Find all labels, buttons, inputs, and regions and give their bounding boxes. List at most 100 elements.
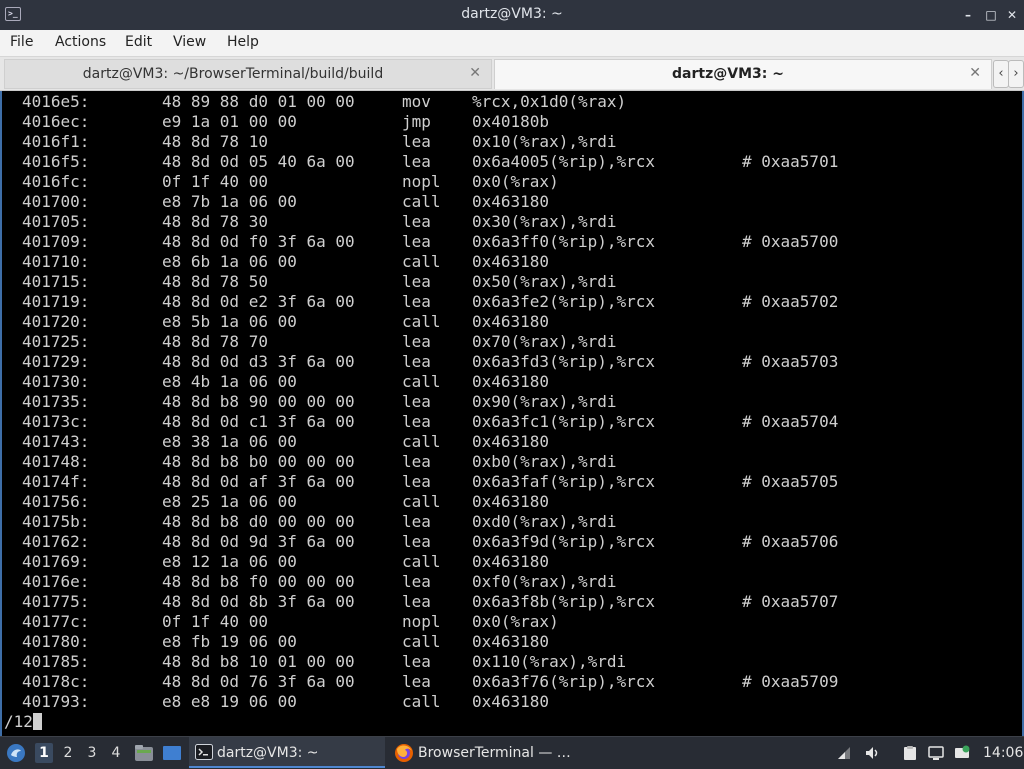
terminal-args: 0x0(%rax): [472, 612, 559, 631]
file-manager-icon[interactable]: [134, 744, 154, 762]
maximize-button[interactable]: □: [983, 7, 999, 23]
terminal-args: 0xd0(%rax),%rdi: [472, 512, 617, 531]
terminal-comment: # 0xaa5706: [742, 532, 839, 551]
window-titlebar[interactable]: >_ dartz@VM3: ~ – □ ✕: [0, 0, 1024, 30]
terminal-comment: # 0xaa5704: [742, 412, 839, 431]
terminal-comment: # 0xaa5701: [742, 152, 839, 171]
terminal-args: 0x463180: [472, 432, 550, 451]
terminal-bytes: 48 8d 0d 05 40 6a 00: [162, 152, 355, 171]
start-menu-icon[interactable]: [6, 743, 26, 763]
workspace-2[interactable]: 2: [59, 743, 77, 763]
terminal-addr: 401730:: [22, 372, 90, 391]
terminal-comment: # 0xaa5700: [742, 232, 839, 251]
terminal-addr: 401709:: [22, 232, 90, 251]
terminal-op: lea: [402, 152, 431, 171]
workspace-3[interactable]: 3: [83, 743, 101, 763]
terminal-bytes: 48 89 88 d0 01 00 00: [162, 92, 355, 111]
display-icon[interactable]: [928, 745, 944, 761]
pager-prompt[interactable]: /12: [4, 712, 42, 731]
tab-browserterminal-build[interactable]: dartz@VM3: ~/BrowserTerminal/build/build…: [4, 59, 492, 89]
menu-help[interactable]: Help: [227, 34, 259, 50]
terminal-op: lea: [402, 592, 431, 611]
terminal-addr: 40177c:: [22, 612, 90, 631]
text-cursor: [32, 713, 42, 730]
terminal-op: lea: [402, 272, 431, 291]
terminal-args: 0x10(%rax),%rdi: [472, 132, 617, 151]
taskbar-browser-label: BrowserTerminal — …: [418, 745, 571, 761]
menu-file[interactable]: File: [10, 34, 33, 50]
terminal-bytes: e8 4b 1a 06 00: [162, 372, 297, 391]
terminal-bytes: e8 25 1a 06 00: [162, 492, 297, 511]
terminal-bytes: 48 8d 0d f0 3f 6a 00: [162, 232, 355, 251]
terminal-op: call: [402, 192, 441, 211]
terminal-args: 0xb0(%rax),%rdi: [472, 452, 617, 471]
terminal-bytes: 0f 1f 40 00: [162, 172, 268, 191]
terminal-bytes: 48 8d 0d 8b 3f 6a 00: [162, 592, 355, 611]
workspace-4[interactable]: 4: [107, 743, 125, 763]
terminal-op: lea: [402, 532, 431, 551]
terminal-addr: 401775:: [22, 592, 90, 611]
terminal-bytes: 48 8d 0d c1 3f 6a 00: [162, 412, 355, 431]
terminal-addr: 401729:: [22, 352, 90, 371]
tab-home[interactable]: dartz@VM3: ~ ✕: [494, 59, 992, 89]
terminal-addr: 401725:: [22, 332, 90, 351]
menu-bar: File Actions Edit View Help: [0, 30, 1024, 57]
terminal-args: 0x6a3fc1(%rip),%rcx: [472, 412, 656, 431]
terminal-op: call: [402, 692, 441, 711]
close-button[interactable]: ✕: [1004, 7, 1020, 23]
terminal-op: call: [402, 492, 441, 511]
update-notifier-icon[interactable]: [954, 745, 970, 761]
terminal-addr: 401780:: [22, 632, 90, 651]
terminal-addr: 40178c:: [22, 672, 90, 691]
pager-search-text: /12: [4, 712, 33, 731]
terminal-op: lea: [402, 472, 431, 491]
taskbar-terminal-button[interactable]: dartz@VM3: ~: [189, 737, 385, 768]
network-icon[interactable]: [836, 745, 852, 761]
terminal-args: 0x0(%rax): [472, 172, 559, 191]
terminal-addr: 401705:: [22, 212, 90, 231]
clock[interactable]: 14:06: [983, 737, 1023, 769]
terminal-op: mov: [402, 92, 431, 111]
minimize-button[interactable]: –: [960, 7, 976, 23]
terminal-comment: # 0xaa5709: [742, 672, 839, 691]
menu-edit[interactable]: Edit: [125, 34, 152, 50]
terminal-addr: 4016e5:: [22, 92, 90, 111]
terminal-output[interactable]: 4016e5: 48 89 88 d0 01 00 00 mov %rcx,0x1d0…: [0, 91, 1024, 736]
terminal-op: call: [402, 252, 441, 271]
tab-scroll-left-button[interactable]: ‹: [993, 60, 1009, 88]
terminal-op: lea: [402, 292, 431, 311]
terminal-bytes: e8 7b 1a 06 00: [162, 192, 297, 211]
terminal-bytes: 48 8d 0d 76 3f 6a 00: [162, 672, 355, 691]
menu-actions[interactable]: Actions: [55, 34, 106, 50]
volume-icon[interactable]: [864, 745, 880, 761]
terminal-bytes: 48 8d 0d af 3f 6a 00: [162, 472, 355, 491]
terminal-addr: 401785:: [22, 652, 90, 671]
tab-close-icon[interactable]: ✕: [469, 65, 481, 81]
terminal-bytes: 48 8d b8 90 00 00 00: [162, 392, 355, 411]
terminal-op: lea: [402, 452, 431, 471]
taskbar-terminal-label: dartz@VM3: ~: [217, 745, 319, 761]
terminal-addr: 4016fc:: [22, 172, 90, 191]
terminal-op: lea: [402, 232, 431, 251]
clipboard-icon[interactable]: [902, 745, 918, 761]
tab-label: dartz@VM3: ~: [672, 66, 784, 82]
taskbar-browser-button[interactable]: BrowserTerminal — …: [390, 737, 590, 768]
tab-close-icon[interactable]: ✕: [969, 65, 981, 81]
terminal-args: 0x6a3f8b(%rip),%rcx: [472, 592, 656, 611]
terminal-args: 0x6a3ff0(%rip),%rcx: [472, 232, 656, 251]
terminal-op: jmp: [402, 112, 431, 131]
terminal-bytes: 48 8d 0d 9d 3f 6a 00: [162, 532, 355, 551]
terminal-bytes: 48 8d b8 b0 00 00 00: [162, 452, 355, 471]
terminal-args: 0x463180: [472, 692, 550, 711]
terminal-args: 0x90(%rax),%rdi: [472, 392, 617, 411]
workspace-1[interactable]: 1: [35, 743, 53, 763]
terminal-args: 0x463180: [472, 372, 550, 391]
terminal-args: 0x70(%rax),%rdi: [472, 332, 617, 351]
terminal-op: call: [402, 632, 441, 651]
menu-view[interactable]: View: [173, 34, 206, 50]
terminal-op: call: [402, 552, 441, 571]
terminal-bytes: 48 8d 0d e2 3f 6a 00: [162, 292, 355, 311]
tab-scroll-right-button[interactable]: ›: [1008, 60, 1024, 88]
show-desktop-icon[interactable]: [162, 744, 182, 762]
terminal-addr: 401700:: [22, 192, 90, 211]
